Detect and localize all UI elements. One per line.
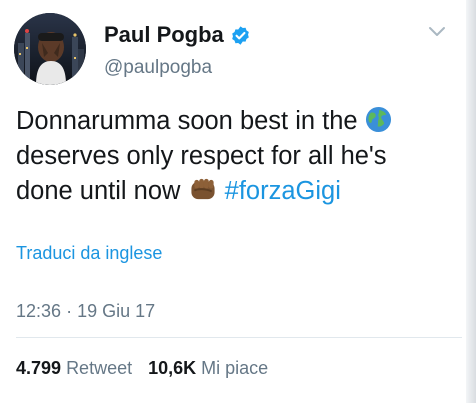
translate-link[interactable]: Traduci da inglese (16, 243, 162, 264)
likes-count: 10,6K (148, 358, 197, 378)
globe-icon (365, 106, 391, 133)
tweet-text-line-1: Donnarumma soon best in the (16, 104, 461, 139)
tweet-stats: 4.799 Retweet 10,6K Mi piace (16, 358, 284, 379)
fist-icon (190, 178, 215, 200)
tweet-date: 19 Giu 17 (77, 301, 156, 321)
avatar[interactable] (14, 13, 86, 85)
page-edge (466, 0, 476, 403)
likes-stat[interactable]: 10,6K Mi piace (148, 358, 268, 379)
retweets-label: Retweet (66, 358, 133, 378)
retweets-count: 4.799 (16, 358, 62, 378)
tweet-time: 12:36 (16, 301, 62, 321)
meta-separator: · (66, 301, 73, 321)
tweet-text-line-2: deserves only respect for all he's (16, 142, 387, 170)
divider (16, 337, 462, 338)
retweets-stat[interactable]: 4.799 Retweet (16, 358, 132, 379)
tweet-card: Paul Pogba @paulpogba Donnarumma soon be… (0, 0, 466, 403)
tweet-text-line-3: done until now #forzaGigi (16, 177, 341, 205)
verified-badge-icon (232, 26, 249, 45)
author-name[interactable]: Paul Pogba (104, 22, 224, 48)
chevron-down-icon[interactable] (428, 26, 446, 38)
author-handle[interactable]: @paulpogba (104, 57, 212, 79)
tweet-text: Donnarumma soon best in the deserves onl… (16, 104, 461, 209)
tweet-timestamp[interactable]: 12:36 · 19 Giu 17 (16, 301, 155, 322)
hashtag-link[interactable]: #forzaGigi (225, 177, 341, 205)
likes-label: Mi piace (201, 358, 269, 378)
